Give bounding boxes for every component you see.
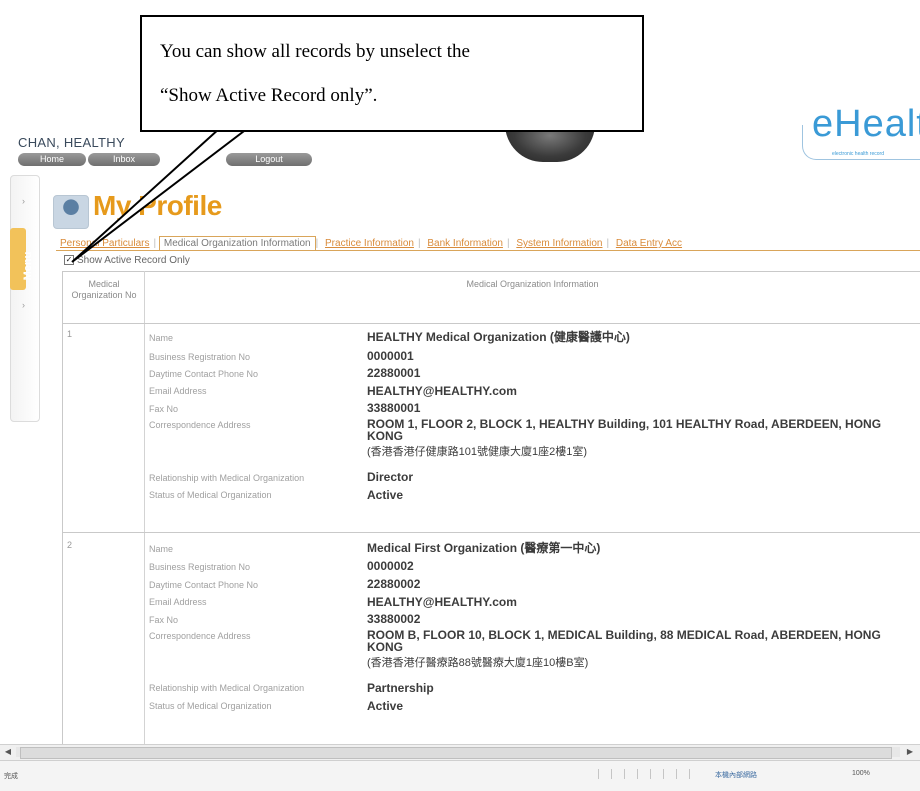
show-active-label[interactable]: Show Active Record Only [77, 255, 190, 266]
brand-logo-subtext: electronic health record [832, 151, 884, 157]
value-status: Active [367, 488, 404, 502]
arrow-icon[interactable]: › [22, 300, 25, 310]
label-daytime-phone: Daytime Contact Phone No [149, 369, 259, 379]
label-name: Name [149, 544, 174, 554]
page-title: My Profile [93, 190, 222, 221]
value-email: HEALTHY@HEALTHY.com [367, 384, 517, 398]
value-business-registration-no: 0000002 [367, 559, 414, 573]
value-relationship: Partnership [367, 681, 434, 695]
label-fax: Fax No [149, 404, 179, 414]
label-relationship: Relationship with Medical Organization [149, 683, 305, 693]
row-divider [62, 532, 920, 533]
side-menu-rail[interactable] [10, 175, 40, 422]
tab-underline [56, 250, 920, 251]
scroll-thumb[interactable] [20, 747, 892, 759]
callout-text-line-2: “Show Active Record only”. [160, 85, 378, 106]
tab-medical-organization-information[interactable]: Medical Organization Information [158, 236, 316, 250]
value-fax: 33880001 [367, 401, 421, 415]
tab-personal-particulars[interactable]: Personal Particulars [56, 237, 153, 250]
column-divider [144, 271, 145, 744]
tab-data-entry-account[interactable]: Data Entry Acc [612, 237, 686, 250]
browser-status-bar: 完成 本機內部網路 100% [0, 760, 920, 791]
value-daytime-phone: 22880002 [367, 577, 421, 591]
label-business-registration-no: Business Registration No [149, 562, 251, 572]
user-name: CHAN, HEALTHY [18, 135, 125, 150]
home-button[interactable]: Home [18, 153, 86, 166]
profile-icon [53, 195, 89, 229]
label-correspondence-address: Correspondence Address [149, 420, 251, 430]
label-relationship: Relationship with Medical Organization [149, 473, 305, 483]
security-zone: 本機內部網路 [715, 772, 757, 779]
value-correspondence-address-chinese: (香港香港仔健康路101號健康大廈1座2樓1室) [367, 446, 588, 458]
value-name: HEALTHY Medical Organization (健康醫護中心) [367, 330, 630, 344]
scroll-left-icon[interactable]: ◀ [2, 746, 14, 758]
tab-bank-information[interactable]: Bank Information [423, 237, 507, 250]
label-fax: Fax No [149, 615, 179, 625]
label-status: Status of Medical Organization [149, 701, 272, 711]
label-name: Name [149, 333, 174, 343]
label-daytime-phone: Daytime Contact Phone No [149, 580, 259, 590]
value-daytime-phone: 22880001 [367, 366, 421, 380]
scroll-right-icon[interactable]: ▶ [904, 746, 916, 758]
brand-logo: eHealth [812, 103, 920, 145]
value-fax: 33880002 [367, 612, 421, 626]
tab-practice-information[interactable]: Practice Information [321, 237, 418, 250]
zoom-level[interactable]: 100% [852, 770, 870, 777]
tab-system-information[interactable]: System Information [512, 237, 606, 250]
column-header-organization-no: Medical Organization No [71, 279, 137, 300]
arrow-icon[interactable]: › [22, 196, 25, 206]
tab-bar: Personal Particulars | Medical Organizati… [56, 236, 920, 251]
column-header-organization-info: Medical Organization Information [466, 279, 599, 289]
status-text: 完成 [4, 773, 18, 780]
label-status: Status of Medical Organization [149, 490, 272, 500]
label-email: Email Address [149, 597, 207, 607]
label-email: Email Address [149, 386, 207, 396]
status-panels [598, 769, 702, 781]
row-divider [62, 323, 920, 324]
menu-label: Menu [22, 251, 34, 281]
value-status: Active [367, 699, 404, 713]
value-correspondence-address: ROOM 1, FLOOR 2, BLOCK 1, HEALTHY Buildi… [367, 417, 882, 443]
label-business-registration-no: Business Registration No [149, 352, 251, 362]
value-correspondence-address: ROOM B, FLOOR 10, BLOCK 1, MEDICAL Build… [367, 628, 881, 654]
record-number: 1 [67, 329, 73, 339]
label-correspondence-address: Correspondence Address [149, 631, 251, 641]
value-correspondence-address-chinese: (香港香港仔醫療路88號醫療大廈1座10樓B室) [367, 657, 589, 669]
show-active-checkbox[interactable]: ✓ [64, 255, 74, 266]
show-active-filter: ✓ Show Active Record Only [64, 255, 190, 266]
horizontal-scrollbar[interactable]: ◀ ▶ [0, 744, 920, 760]
record-number: 2 [67, 540, 73, 550]
value-business-registration-no: 0000001 [367, 349, 414, 363]
callout-text-line-1: You can show all records by unselect the [160, 41, 470, 62]
callout-box: You can show all records by unselect the… [140, 15, 644, 132]
value-email: HEALTHY@HEALTHY.com [367, 595, 517, 609]
inbox-button[interactable]: Inbox [88, 153, 160, 166]
value-name: Medical First Organization (醫療第一中心) [367, 541, 601, 555]
logout-button[interactable]: Logout [226, 153, 312, 166]
value-relationship: Director [367, 470, 414, 484]
